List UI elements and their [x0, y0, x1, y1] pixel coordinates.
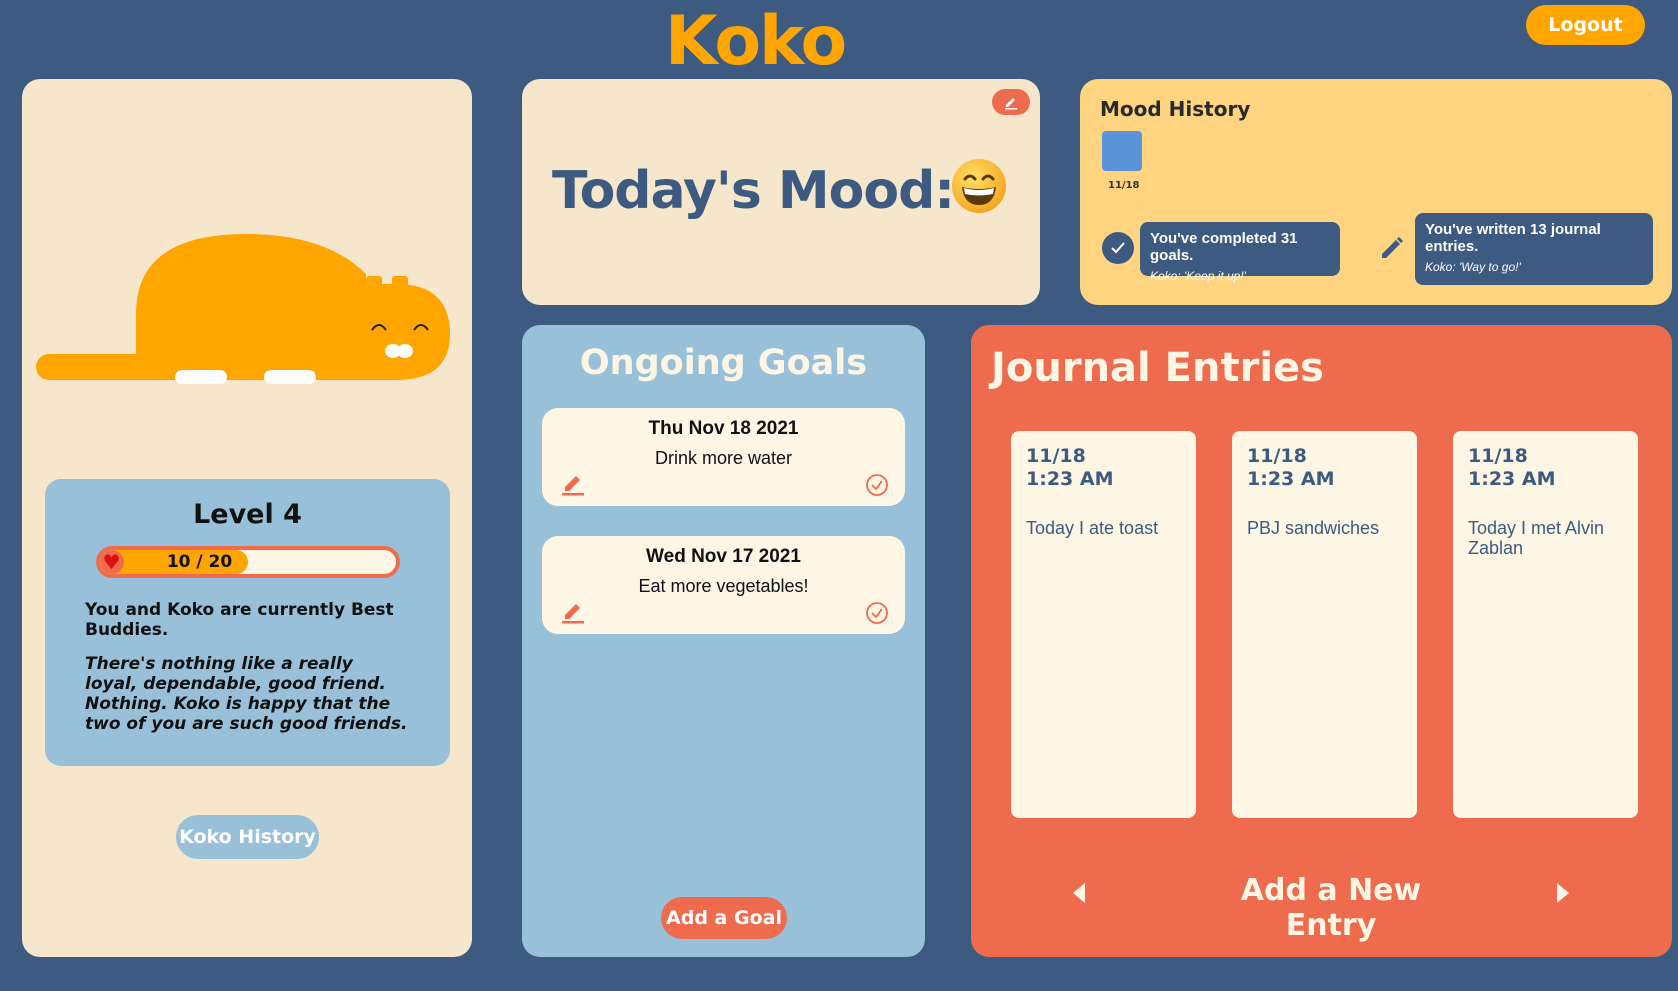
edit-goal-pencil-icon[interactable]: [560, 598, 586, 624]
level-card: Level 4 ♥ 10 / 20 You and Koko are curre…: [45, 479, 450, 766]
todays-mood-title: Today's Mood:: [552, 161, 955, 221]
ongoing-goals-card: Ongoing Goals Thu Nov 18 2021 Drink more…: [522, 325, 925, 957]
goal-item: Wed Nov 17 2021 Eat more vegetables!: [542, 536, 905, 634]
journal-entry-time: 1:23 AM: [1026, 468, 1114, 490]
complete-goal-check-icon[interactable]: [865, 601, 889, 625]
mood-history-square[interactable]: [1102, 131, 1142, 171]
journal-entry-text: Today I met Alvin Zablan: [1468, 518, 1605, 558]
add-new-entry-button[interactable]: Add a New Entry: [1201, 873, 1461, 943]
pet-panel: Level 4 ♥ 10 / 20 You and Koko are curre…: [22, 79, 472, 957]
complete-goal-check-icon[interactable]: [865, 473, 889, 497]
journal-entry-date: 11/18: [1247, 445, 1307, 467]
pencil-icon: [1382, 237, 1403, 258]
todays-mood-card: Today's Mood:: [522, 79, 1040, 305]
add-goal-button[interactable]: Add a Goal: [661, 897, 787, 939]
journal-entries-stat: You've written 13 journal entries. Koko:…: [1415, 213, 1653, 285]
koko-cat-illustration: [36, 234, 450, 384]
journal-entry-card[interactable]: 11/18 1:23 AM Today I ate toast: [1011, 431, 1196, 818]
previous-arrow-icon[interactable]: [1071, 881, 1087, 905]
app-logo: Koko: [664, 2, 847, 81]
goal-item: Thu Nov 18 2021 Drink more water: [542, 408, 905, 506]
mood-history-title: Mood History: [1100, 97, 1251, 121]
journal-entry-card[interactable]: 11/18 1:23 AM PBJ sandwiches: [1232, 431, 1417, 818]
journal-entry-date: 11/18: [1468, 445, 1528, 467]
grinning-face-emoji-icon: [952, 159, 1006, 213]
goals-completed-stat: You've completed 31 goals. Koko: 'Keep i…: [1140, 222, 1340, 283]
relationship-quote: There's nothing like a really loyal, dep…: [85, 654, 408, 734]
journal-entry-text: Today I ate toast: [1026, 518, 1159, 538]
journal-entry-time: 1:23 AM: [1468, 468, 1556, 490]
journal-entry-card[interactable]: 11/18 1:23 AM Today I met Alvin Zablan: [1453, 431, 1638, 818]
journal-entry-time: 1:23 AM: [1247, 468, 1335, 490]
mood-history-card: Mood History 11/18 You've completed 31 g…: [1080, 79, 1672, 305]
xp-progress-bar: ♥ 10 / 20: [95, 546, 400, 578]
journal-entry-date: 11/18: [1026, 445, 1086, 467]
goals-completed-text: You've completed 31 goals.: [1150, 230, 1298, 264]
goals-completed-koko-quote: Koko: 'Keep it up!': [1150, 269, 1246, 283]
goal-text: Drink more water: [654, 448, 793, 468]
heart-icon: ♥: [99, 550, 124, 574]
koko-history-button[interactable]: Koko History: [176, 815, 319, 859]
journal-entry-text: PBJ sandwiches: [1247, 518, 1380, 538]
goal-text: Eat more vegetables!: [638, 576, 809, 596]
mood-history-date: 11/18: [1108, 180, 1140, 191]
journal-entries-title: Journal Entries: [991, 345, 1324, 391]
next-arrow-icon[interactable]: [1555, 881, 1571, 905]
edit-mood-button[interactable]: [992, 89, 1030, 115]
journal-entries-text: You've written 13 journal entries.: [1425, 221, 1601, 255]
pencil-icon: [1005, 98, 1017, 110]
journal-entries-card: Journal Entries 11/18 1:23 AM Today I at…: [971, 325, 1672, 957]
xp-progress-text: 10 / 20: [166, 552, 233, 572]
relationship-status: You and Koko are currently Best Buddies.: [85, 600, 394, 640]
checkmark-icon: [1102, 232, 1134, 264]
level-label: Level 4: [193, 499, 302, 530]
edit-goal-pencil-icon[interactable]: [560, 470, 586, 496]
journal-entries-koko-quote: Koko: 'Way to go!': [1425, 260, 1521, 274]
goal-date: Wed Nov 17 2021: [646, 546, 801, 567]
ongoing-goals-title: Ongoing Goals: [579, 343, 868, 383]
goal-date: Thu Nov 18 2021: [648, 418, 799, 439]
logout-button[interactable]: Logout: [1526, 5, 1645, 45]
